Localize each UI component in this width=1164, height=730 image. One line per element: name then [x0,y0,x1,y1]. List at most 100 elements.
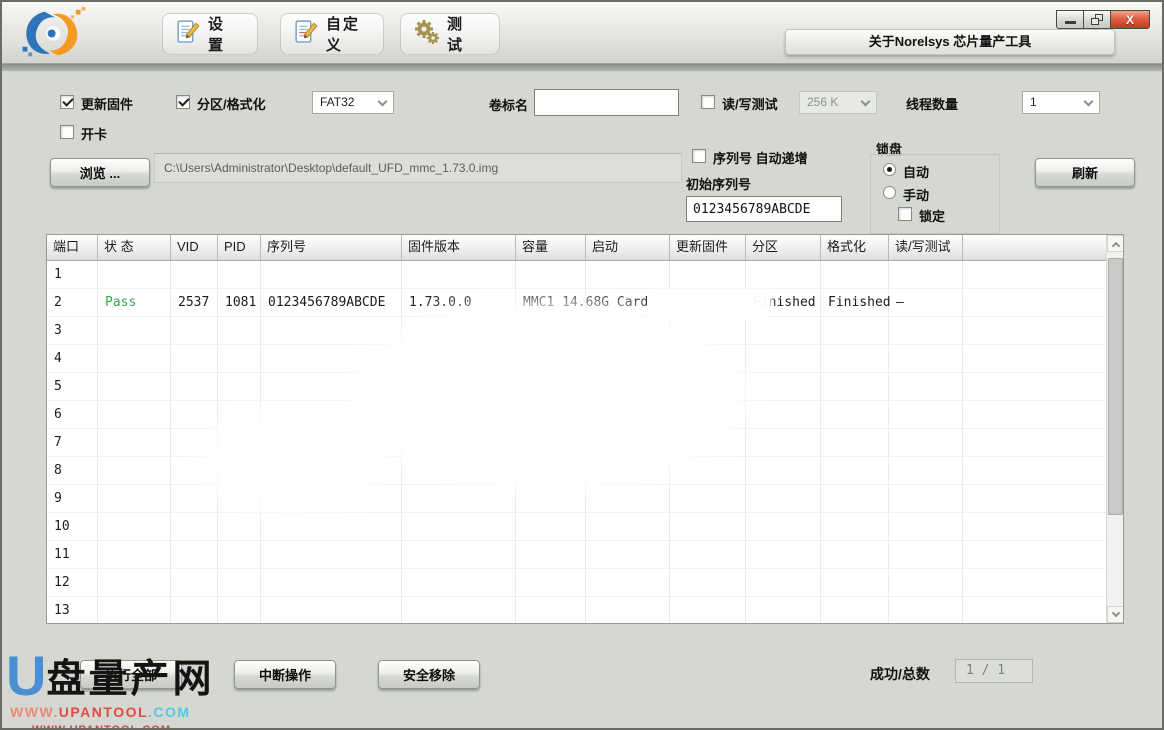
column-header[interactable] [963,235,1123,261]
scrollbar-thumb[interactable] [1108,258,1123,515]
lock-auto-label: 自动 [903,165,930,180]
cell-rw-test [889,345,963,373]
table-row[interactable]: 2 Pass 2537 1081 0123456789ABCDE 1.73.0.0 MMC1… [47,289,1106,317]
cell-pid [218,569,261,597]
scroll-down-button[interactable] [1107,606,1123,623]
table-row[interactable]: 9 [47,485,1106,513]
column-header[interactable]: 序列号 [261,235,402,261]
chevron-down-icon [1083,96,1094,107]
thread-count-label: 线程数量 [906,97,959,112]
column-header[interactable]: 分区 [746,235,821,261]
table-scrollbar[interactable] [1106,235,1123,623]
column-header[interactable]: VID [171,235,218,261]
cell-boot [586,569,670,597]
table-row[interactable]: 5 [47,373,1106,401]
lock-auto-radio[interactable] [883,163,896,176]
lock-manual-radio[interactable] [883,186,896,199]
tab-settings[interactable]: 设 置 [162,13,258,55]
column-header[interactable]: 启动 [586,235,670,261]
column-header[interactable]: 更新固件 [670,235,746,261]
test-gears-icon [413,19,439,50]
rw-test-checkbox[interactable] [701,95,715,109]
cell-status [98,373,171,401]
cell-firmware [402,401,516,429]
browse-button[interactable]: 浏览 ... [50,158,150,187]
cell-rw-test [889,597,963,623]
refresh-button[interactable]: 刷新 [1035,158,1135,187]
thread-count-select[interactable]: 1 [1022,91,1100,114]
open-card-checkbox[interactable] [60,125,74,139]
success-total-field: 1 / 1 [955,659,1033,683]
update-firmware-checkbox[interactable] [60,95,74,109]
about-button[interactable]: 关于Norelsys 芯片量产工具 [785,29,1115,55]
abort-button[interactable]: 中断操作 [234,660,336,689]
table-row[interactable]: 13 [47,597,1106,623]
column-header[interactable]: 读/写测试 [889,235,963,261]
cell-firmware [402,317,516,345]
column-header[interactable]: 固件版本 [402,235,516,261]
cell-rw-test [889,261,963,289]
restore-icon [1091,14,1103,25]
run-all-button[interactable]: 执行全部 [80,660,182,689]
table-row[interactable]: 10 [47,513,1106,541]
table-row[interactable]: 11 [47,541,1106,569]
tab-settings-label: 设 置 [208,16,226,54]
safe-remove-button[interactable]: 安全移除 [378,660,480,689]
cell-capacity [516,373,586,401]
tab-test[interactable]: 测 试 [400,13,500,55]
cell-vid [171,541,218,569]
serial-auto-increment-checkbox[interactable] [692,149,706,163]
scroll-up-button[interactable] [1107,235,1123,252]
block-size-value: 256 K [807,95,839,109]
table-row[interactable]: 1 [47,261,1106,289]
cell-vid [171,597,218,623]
table-row[interactable]: 4 [47,345,1106,373]
cell-pid [218,457,261,485]
lock-checkbox[interactable] [898,207,912,221]
tab-customize[interactable]: 自定义 [280,13,384,55]
filesystem-select[interactable]: FAT32 [312,91,394,114]
firmware-path-field[interactable]: C:\Users\Administrator\Desktop\default_U… [154,153,682,183]
cell--filler [963,289,1106,317]
cell-update-firmware [670,429,746,457]
column-header[interactable]: 容量 [516,235,586,261]
cell-port: 11 [47,541,98,569]
close-button[interactable]: X [1110,10,1150,29]
cell-rw-test [889,569,963,597]
cell-boot [586,485,670,513]
cell-boot [586,513,670,541]
cell-serial [261,429,402,457]
cell-pid [218,317,261,345]
cell-firmware: 1.73.0.0 [402,289,516,317]
cell-serial [261,485,402,513]
minimize-button[interactable] [1056,10,1083,29]
cell-capacity: MMC1 14.68G Card [516,289,648,317]
table-row[interactable]: 7 [47,429,1106,457]
restore-button[interactable] [1083,10,1110,29]
column-header[interactable]: 状 态 [98,235,171,261]
column-header[interactable]: PID [218,235,261,261]
update-firmware-label: 更新固件 [81,97,134,112]
customize-doc-pencil-icon [293,19,318,49]
table-row[interactable]: 6 [47,401,1106,429]
initial-serial-input[interactable] [686,196,842,222]
table-row[interactable]: 12 [47,569,1106,597]
cell-partition [746,569,821,597]
minimize-icon [1064,21,1076,24]
column-header[interactable]: 格式化 [821,235,889,261]
cell-serial [261,401,402,429]
cell-partition: Finished [746,289,821,317]
cell-format [821,513,889,541]
cell-partition [746,317,821,345]
cell-port: 5 [47,373,98,401]
cell-format [821,261,889,289]
partition-format-checkbox[interactable] [176,95,190,109]
table-row[interactable]: 3 [47,317,1106,345]
column-header[interactable]: 端口 [47,235,98,261]
table-row[interactable]: 8 [47,457,1106,485]
volume-input[interactable] [534,89,679,116]
cell-status [98,401,171,429]
cell-firmware [402,345,516,373]
watermark-url-name: UPANTOOL [58,704,149,720]
cell-boot [586,317,670,345]
